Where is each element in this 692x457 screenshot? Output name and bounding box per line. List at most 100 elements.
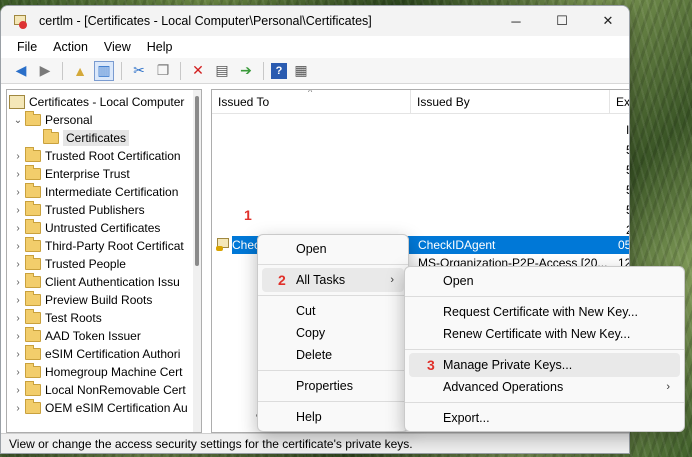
forward-icon[interactable]: ▶ xyxy=(35,61,55,81)
view-icon[interactable]: ▦ xyxy=(291,61,311,81)
tree-item-label: Trusted Publishers xyxy=(45,203,145,217)
folder-icon xyxy=(25,147,41,162)
chevron-right-icon[interactable]: › xyxy=(11,385,25,396)
tree-item[interactable]: › Homegroup Machine Cert xyxy=(7,363,201,381)
chevron-right-icon[interactable]: › xyxy=(11,313,25,324)
submenu-item-renew-new-key[interactable]: Renew Certificate with New Key... xyxy=(409,322,680,346)
tree-scrollbar[interactable] xyxy=(193,90,201,432)
tree-scroll-thumb[interactable] xyxy=(195,96,199,266)
tree-item-label: Certificates xyxy=(63,130,130,146)
menu-item-open[interactable]: Open xyxy=(262,237,404,261)
menu-item-cut[interactable]: Cut xyxy=(262,299,404,323)
chevron-right-icon[interactable]: › xyxy=(11,367,25,378)
menu-item-delete[interactable]: Delete xyxy=(262,343,404,367)
tree-item-label: Test Roots xyxy=(45,311,102,325)
menu-help[interactable]: Help xyxy=(139,40,181,54)
close-button[interactable]: ✕ xyxy=(585,6,629,36)
help-icon[interactable]: ? xyxy=(271,62,287,79)
expiration-fragment: 5 xyxy=(626,140,629,160)
menu-item-properties[interactable]: Properties xyxy=(262,374,404,398)
tree-item[interactable]: › Trusted Root Certification xyxy=(7,147,201,165)
menu-separator xyxy=(405,402,684,403)
chevron-down-icon[interactable]: ⌄ xyxy=(11,115,25,126)
chevron-right-icon[interactable]: › xyxy=(11,151,25,162)
tree-item[interactable]: › Untrusted Certificates xyxy=(7,219,201,237)
folder-icon xyxy=(25,255,41,270)
tree-item[interactable]: › Local NonRemovable Cert xyxy=(7,381,201,399)
tree-item[interactable]: › Intermediate Certification xyxy=(7,183,201,201)
expiration-cell: 05 xyxy=(618,238,629,252)
column-issued-by[interactable]: Issued By xyxy=(411,90,610,113)
up-folder-icon[interactable]: ▲ xyxy=(70,61,90,81)
submenu-item-export[interactable]: Export... xyxy=(409,406,680,430)
chevron-right-icon[interactable]: › xyxy=(11,169,25,180)
maximize-button[interactable]: ☐ xyxy=(539,6,585,36)
delete-icon[interactable]: ✕ xyxy=(188,61,208,81)
chevron-right-icon[interactable]: › xyxy=(11,295,25,306)
tree-item-label: Personal xyxy=(45,113,93,127)
tree-item[interactable]: › Preview Build Roots xyxy=(7,291,201,309)
tree-item-label: Trusted People xyxy=(45,257,126,271)
chevron-right-icon[interactable]: › xyxy=(11,223,25,234)
toolbar: ◀ ▶ ▲ ▥ ✂ ❐ ✕ ▤ ➔ ? ▦ xyxy=(1,58,629,84)
menu-separator xyxy=(258,295,408,296)
chevron-right-icon: › xyxy=(390,274,394,286)
folder-icon xyxy=(25,309,41,324)
export-icon[interactable]: ➔ xyxy=(236,61,256,81)
back-icon[interactable]: ◀ xyxy=(11,61,31,81)
tree-item-label: Third-Party Root Certificat xyxy=(45,239,184,253)
submenu-item-advanced-operations[interactable]: Advanced Operations › xyxy=(409,375,680,399)
menu-view[interactable]: View xyxy=(96,40,139,54)
tree-item[interactable]: Certificates - Local Computer xyxy=(7,93,201,111)
chevron-right-icon[interactable]: › xyxy=(11,349,25,360)
minimize-button[interactable]: ─ xyxy=(493,6,539,36)
tree-item-label: Enterprise Trust xyxy=(45,167,130,181)
folder-icon xyxy=(25,165,41,180)
chevron-right-icon[interactable]: › xyxy=(11,259,25,270)
certificate-app-icon xyxy=(13,13,29,29)
menu-item-copy[interactable]: Copy xyxy=(262,321,404,345)
expiration-fragment: 5 xyxy=(626,180,629,200)
tree-item[interactable]: › eSIM Certification Authori xyxy=(7,345,201,363)
expiration-fragment: 5 xyxy=(626,200,629,220)
chevron-right-icon[interactable]: › xyxy=(11,331,25,342)
chevron-right-icon: › xyxy=(666,381,670,393)
tree-item[interactable]: › Trusted Publishers xyxy=(7,201,201,219)
menu-action[interactable]: Action xyxy=(45,40,96,54)
tree-item[interactable]: › Trusted People xyxy=(7,255,201,273)
chevron-right-icon[interactable]: › xyxy=(11,205,25,216)
expiration-fragment: I xyxy=(626,123,630,137)
column-expiration[interactable]: Ex xyxy=(610,90,629,113)
show-hide-tree-icon[interactable]: ▥ xyxy=(94,60,114,81)
tree-item[interactable]: › Client Authentication Issu xyxy=(7,273,201,291)
properties-icon[interactable]: ▤ xyxy=(212,61,232,81)
submenu-item-open[interactable]: Open xyxy=(409,269,680,293)
menu-file[interactable]: File xyxy=(9,40,45,54)
cut-icon[interactable]: ✂ xyxy=(129,61,149,81)
folder-icon xyxy=(25,327,41,342)
tree-item-label: OEM eSIM Certification Au xyxy=(45,401,188,415)
tree-item[interactable]: › OEM eSIM Certification Au xyxy=(7,399,201,417)
tree-item[interactable]: Certificates xyxy=(7,129,201,147)
menu-item-help[interactable]: Help xyxy=(262,405,404,429)
tree-item[interactable]: › Enterprise Trust xyxy=(7,165,201,183)
submenu-item-request-new-key[interactable]: Request Certificate with New Key... xyxy=(409,300,680,324)
folder-icon xyxy=(25,201,41,216)
toolbar-separator xyxy=(180,61,181,80)
chevron-right-icon[interactable]: › xyxy=(11,403,25,414)
copy-icon[interactable]: ❐ xyxy=(153,61,173,81)
chevron-right-icon[interactable]: › xyxy=(11,277,25,288)
submenu-item-manage-private-keys[interactable]: Manage Private Keys... xyxy=(409,353,680,377)
tree-item-label: eSIM Certification Authori xyxy=(45,347,181,361)
tree-item[interactable]: › Test Roots xyxy=(7,309,201,327)
menu-separator xyxy=(258,370,408,371)
toolbar-separator xyxy=(263,61,264,80)
chevron-right-icon[interactable]: › xyxy=(11,187,25,198)
tree-item-label: Homegroup Machine Cert xyxy=(45,365,183,379)
tree-item[interactable]: › Third-Party Root Certificat xyxy=(7,237,201,255)
tree-item-label: Untrusted Certificates xyxy=(45,221,161,235)
console-tree: Certificates - Local Computer ⌄ Personal Ce… xyxy=(6,89,202,433)
chevron-right-icon[interactable]: › xyxy=(11,241,25,252)
tree-item[interactable]: › AAD Token Issuer xyxy=(7,327,201,345)
tree-item[interactable]: ⌄ Personal xyxy=(7,111,201,129)
